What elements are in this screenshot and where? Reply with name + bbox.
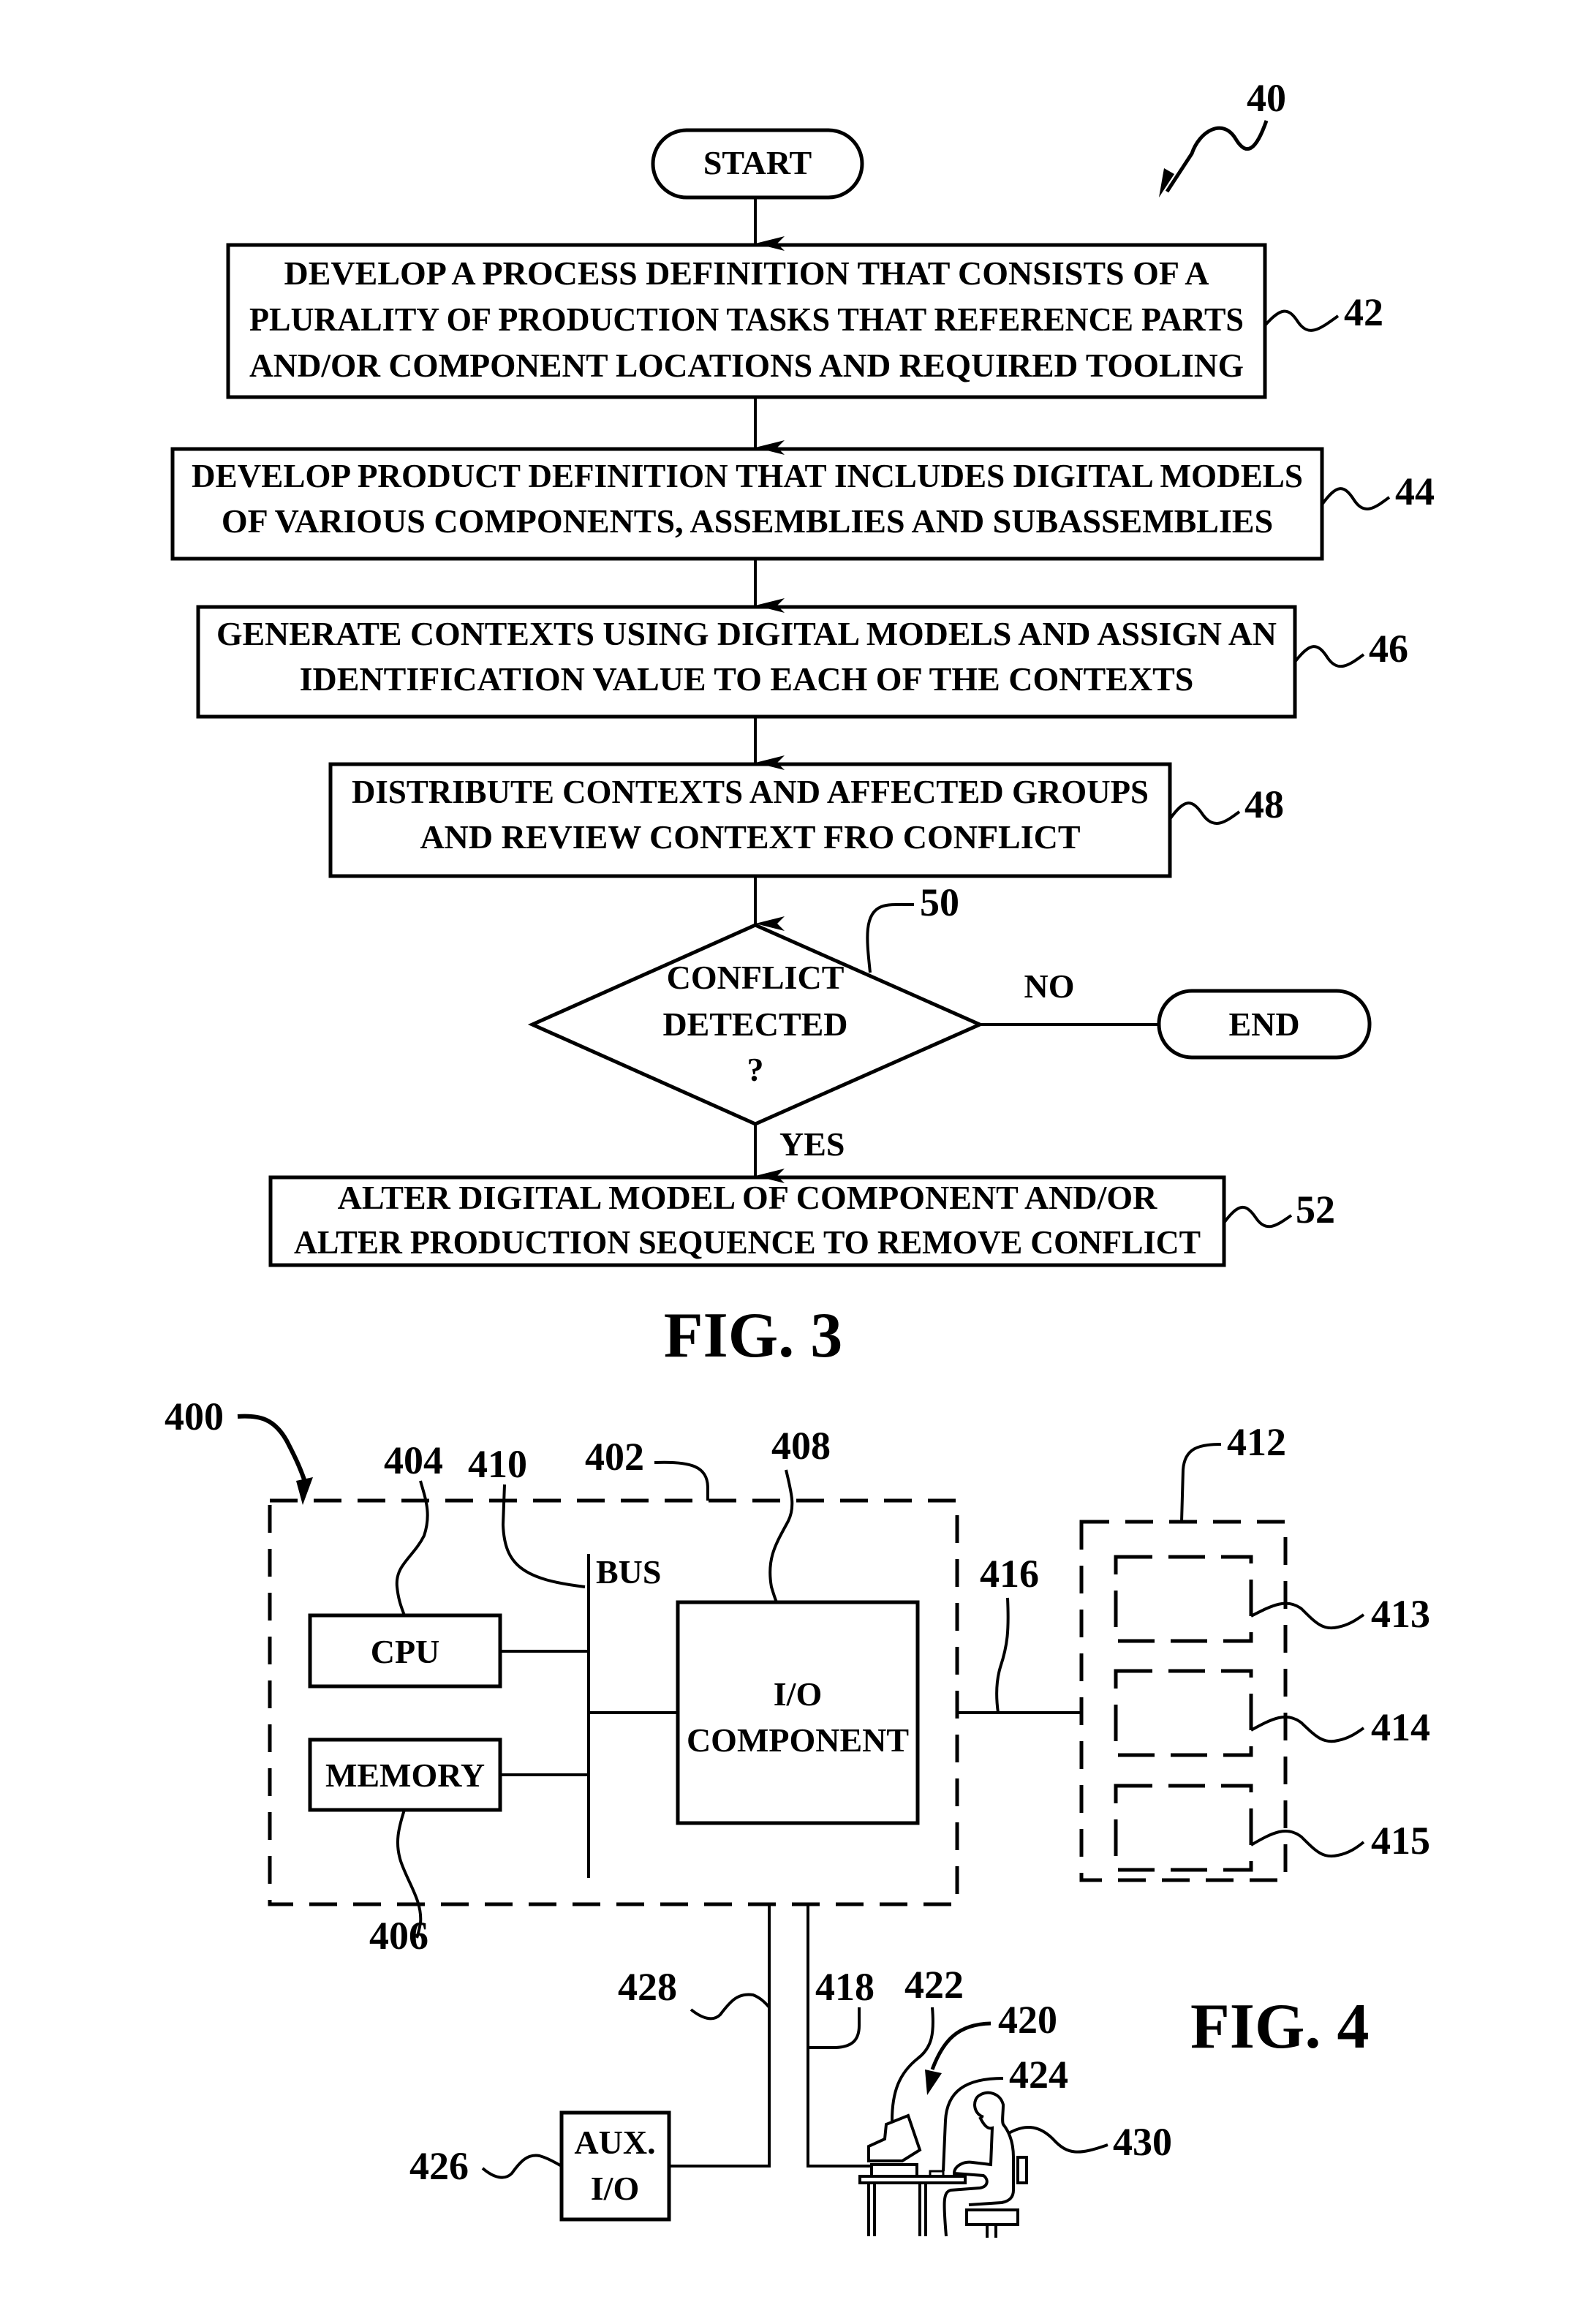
ref-50-leader: [866, 902, 915, 973]
ref-402: 402: [585, 1435, 644, 1479]
chair-back: [1016, 2156, 1028, 2184]
step-42-line-1: DEVELOP A PROCESS DEFINITION THAT CONSIS…: [284, 254, 1209, 292]
ref-40: 40: [1247, 76, 1286, 120]
io-component-label-2: COMPONENT: [687, 1721, 909, 1759]
ref-414: 414: [1371, 1705, 1430, 1749]
ref-408-leader: [768, 1469, 794, 1603]
ref-402-leader: [654, 1460, 709, 1501]
step-44-line-2: OF VARIOUS COMPONENTS, ASSEMBLIES AND SU…: [222, 502, 1273, 540]
ref-428-leader: [690, 1993, 771, 2021]
step-52-line-2: ALTER PRODUCTION SEQUENCE TO REMOVE CONF…: [294, 1223, 1201, 1261]
ref-415: 415: [1371, 1819, 1430, 1863]
chair-seat: [965, 2208, 1019, 2226]
start-label: START: [703, 144, 812, 181]
figure-3-flowchart: 40 START DEVELOP A PROCESS DEFINITION TH…: [170, 76, 1435, 1371]
step-52-line-1: ALTER DIGITAL MODEL OF COMPONENT AND/OR: [338, 1179, 1158, 1216]
ref-424: 424: [1009, 2053, 1068, 2097]
ref-424-leader: [942, 2077, 1004, 2172]
workstation-link-418: [807, 1904, 870, 2168]
ref-413: 413: [1371, 1592, 1430, 1636]
step-42-line-2: PLURALITY OF PRODUCTION TASKS THAT REFER…: [249, 301, 1244, 338]
fig-3-title: FIG. 3: [664, 1300, 842, 1371]
io-component-label-1: I/O: [774, 1675, 822, 1713]
ref-416-leader: [995, 1597, 1010, 1713]
ref-42-leader: [1264, 309, 1340, 332]
step-44-line-1: DEVELOP PRODUCT DEFINITION THAT INCLUDES…: [192, 457, 1303, 494]
figure-4-block-diagram: 400 402 404 410 BUS CPU MEMORY 406 I/O C…: [165, 1395, 1430, 2238]
ref-44: 44: [1395, 469, 1435, 513]
ref-400: 400: [165, 1395, 224, 1438]
patent-drawing-sheet: 40 START DEVELOP A PROCESS DEFINITION TH…: [165, 76, 1435, 2238]
ref-52: 52: [1296, 1188, 1335, 1231]
ref-50: 50: [920, 880, 959, 924]
ref-422: 422: [904, 1963, 964, 2007]
ref-408: 408: [771, 1424, 831, 1468]
ref-46: 46: [1369, 627, 1408, 671]
ref-52-leader: [1223, 1205, 1293, 1229]
step-46-line-2: IDENTIFICATION VALUE TO EACH OF THE CONT…: [300, 660, 1194, 698]
ref-413-leader: [1250, 1601, 1365, 1630]
ref-415-leader: [1250, 1830, 1365, 1858]
ref-418: 418: [815, 1965, 875, 2009]
step-42-line-3: AND/OR COMPONENT LOCATIONS AND REQUIRED …: [249, 347, 1244, 384]
end-label: END: [1228, 1006, 1299, 1043]
aux-link-428: [669, 1904, 771, 2168]
ref-416: 416: [980, 1552, 1039, 1596]
ref-420-arrowhead: [925, 2070, 942, 2095]
fig-4-title: FIG. 4: [1190, 1991, 1369, 2062]
storage-412-box: [1079, 1520, 1288, 1882]
ref-42: 42: [1344, 290, 1383, 334]
ref-422-leader: [891, 2007, 934, 2121]
ref-418-leader: [808, 2007, 861, 2049]
ref-426: 426: [409, 2144, 469, 2188]
ref-400-leader: [237, 1414, 309, 1489]
ref-420-leader: [930, 2021, 991, 2070]
storage-415-box: [1114, 1784, 1253, 1872]
io-component-box: [676, 1600, 920, 1825]
monitor-base: [870, 2163, 918, 2178]
decision-50-line-1: CONFLICT: [667, 959, 845, 996]
aux-io-label-2: I/O: [591, 2170, 639, 2207]
step-48-line-2: AND REVIEW CONTEXT FRO CONFLICT: [420, 818, 1080, 856]
storage-413-box: [1114, 1555, 1253, 1643]
ref-430: 430: [1113, 2120, 1172, 2164]
memory-label: MEMORY: [325, 1757, 485, 1794]
keyboard-icon: [929, 2170, 945, 2178]
bus-label: BUS: [596, 1553, 661, 1591]
ref-46-leader: [1293, 645, 1365, 668]
ref-430-leader: [1006, 2125, 1108, 2154]
cpu-label: CPU: [371, 1633, 440, 1670]
ref-426-leader: [481, 2154, 562, 2179]
ref-428: 428: [618, 1965, 677, 2009]
step-48-line-1: DISTRIBUTE CONTEXTS AND AFFECTED GROUPS: [352, 773, 1149, 810]
step-46-line-1: GENERATE CONTEXTS USING DIGITAL MODELS A…: [216, 615, 1277, 652]
aux-io-label-1: AUX.: [574, 2124, 655, 2161]
storage-414-box: [1114, 1669, 1253, 1757]
decision-50-line-3: ?: [747, 1051, 764, 1088]
ref-400-arrowhead: [296, 1477, 313, 1505]
ref-44-leader: [1321, 487, 1391, 510]
ref-404: 404: [384, 1438, 443, 1482]
ref-412: 412: [1227, 1420, 1286, 1464]
ref-414-leader: [1250, 1716, 1365, 1743]
display-icon: [867, 2113, 922, 2162]
ref-48: 48: [1244, 782, 1284, 826]
ref-40-leader: [1165, 120, 1269, 193]
decision-50-line-2: DETECTED: [662, 1006, 847, 1043]
ref-48-leader: [1168, 801, 1241, 825]
no-label: NO: [1024, 967, 1075, 1005]
ref-420: 420: [998, 1998, 1057, 2042]
ref-412-leader: [1180, 1443, 1222, 1523]
yes-label: YES: [779, 1125, 845, 1163]
ref-406: 406: [369, 1914, 428, 1958]
ref-410: 410: [468, 1442, 527, 1486]
